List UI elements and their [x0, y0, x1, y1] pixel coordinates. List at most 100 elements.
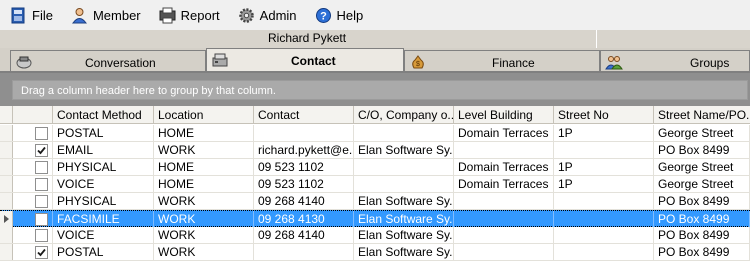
col-header-level-building[interactable]: Level Building: [454, 106, 554, 124]
table-cell[interactable]: 09 523 1102: [254, 176, 354, 192]
menu-help[interactable]: ? Help: [315, 7, 363, 24]
table-cell[interactable]: PO Box 8499: [654, 142, 750, 158]
table-cell[interactable]: WORK: [154, 193, 254, 209]
table-cell[interactable]: 1P: [554, 159, 654, 175]
row-checkbox[interactable]: [35, 161, 48, 174]
group-by-panel[interactable]: Drag a column header here to group by th…: [0, 73, 750, 106]
table-cell[interactable]: [254, 244, 354, 260]
table-cell[interactable]: Elan Software Sy...: [354, 227, 454, 243]
table-cell[interactable]: Elan Software Sy...: [354, 142, 454, 158]
table-cell[interactable]: [454, 244, 554, 260]
select-column-header[interactable]: [13, 106, 53, 124]
table-cell[interactable]: 09 268 4140: [254, 193, 354, 209]
row-checkbox[interactable]: [35, 144, 48, 157]
table-cell[interactable]: [354, 125, 454, 141]
table-cell[interactable]: 1P: [554, 176, 654, 192]
tab-finance[interactable]: $ Finance: [404, 50, 600, 73]
table-cell[interactable]: Elan Software Sy...: [354, 244, 454, 260]
table-row[interactable]: POSTAL WORK Elan Software Sy... PO Box 8499: [0, 244, 750, 261]
table-cell[interactable]: VOICE: [53, 176, 154, 192]
row-header[interactable]: [0, 211, 13, 227]
table-cell[interactable]: PO Box 8499: [654, 244, 750, 260]
row-header[interactable]: [0, 176, 13, 192]
table-cell[interactable]: [254, 125, 354, 141]
table-cell[interactable]: PO Box 8499: [654, 227, 750, 243]
row-checkbox[interactable]: [35, 246, 48, 259]
table-cell[interactable]: George Street: [654, 176, 750, 192]
table-cell[interactable]: HOME: [154, 159, 254, 175]
row-checkbox[interactable]: [35, 195, 48, 208]
row-header[interactable]: [0, 193, 13, 209]
menu-member[interactable]: Member: [71, 7, 141, 24]
table-cell[interactable]: WORK: [154, 244, 254, 260]
grid-header: Contact Method Location Contact C/O, Com…: [0, 106, 750, 124]
table-cell[interactable]: [454, 211, 554, 227]
table-cell[interactable]: richard.pykett@e...: [254, 142, 354, 158]
table-cell[interactable]: [554, 142, 654, 158]
table-cell[interactable]: WORK: [154, 227, 254, 243]
table-row[interactable]: PHYSICAL WORK 09 268 4140 Elan Software Sy.…: [0, 193, 750, 210]
table-cell[interactable]: Domain Terraces: [454, 125, 554, 141]
row-checkbox[interactable]: [35, 127, 48, 140]
col-header-contact[interactable]: Contact: [254, 106, 354, 124]
col-header-location[interactable]: Location: [154, 106, 254, 124]
table-cell[interactable]: PO Box 8499: [654, 193, 750, 209]
row-checkbox[interactable]: [35, 213, 48, 226]
table-cell[interactable]: [354, 159, 454, 175]
table-cell[interactable]: PHYSICAL: [53, 193, 154, 209]
table-cell[interactable]: Elan Software Sy...: [354, 211, 454, 227]
table-cell[interactable]: [454, 193, 554, 209]
row-checkbox[interactable]: [35, 229, 48, 242]
table-cell[interactable]: 1P: [554, 125, 654, 141]
table-cell[interactable]: [554, 227, 654, 243]
table-row[interactable]: FACSIMILE WORK 09 268 4130 Elan Software Sy…: [0, 210, 750, 228]
table-cell[interactable]: VOICE: [53, 227, 154, 243]
table-cell[interactable]: [554, 211, 654, 227]
table-cell[interactable]: WORK: [154, 142, 254, 158]
table-row[interactable]: POSTAL HOME Domain Terraces 1P George Street: [0, 125, 750, 142]
table-cell[interactable]: [454, 227, 554, 243]
row-header[interactable]: [0, 159, 13, 175]
row-header[interactable]: [0, 227, 13, 243]
table-cell[interactable]: POSTAL: [53, 125, 154, 141]
tab-groups[interactable]: Groups: [600, 50, 750, 73]
menu-file[interactable]: File: [10, 7, 53, 24]
table-cell[interactable]: 09 268 4140: [254, 227, 354, 243]
table-row[interactable]: VOICE WORK 09 268 4140 Elan Software Sy... P…: [0, 227, 750, 244]
table-cell[interactable]: [454, 142, 554, 158]
table-cell[interactable]: PHYSICAL: [53, 159, 154, 175]
col-header-company[interactable]: C/O, Company o...: [354, 106, 454, 124]
table-cell[interactable]: PO Box 8499: [654, 211, 750, 227]
table-cell[interactable]: 09 268 4130: [254, 211, 354, 227]
row-header[interactable]: [0, 142, 13, 158]
table-cell[interactable]: George Street: [654, 159, 750, 175]
table-row[interactable]: PHYSICAL HOME 09 523 1102 Domain Terraces 1P…: [0, 159, 750, 176]
table-cell[interactable]: [554, 193, 654, 209]
report-icon: [159, 7, 176, 24]
table-cell[interactable]: FACSIMILE: [53, 211, 154, 227]
col-header-contact-method[interactable]: Contact Method: [53, 106, 154, 124]
table-cell[interactable]: Domain Terraces: [454, 159, 554, 175]
row-checkbox[interactable]: [35, 178, 48, 191]
table-cell[interactable]: Elan Software Sy...: [354, 193, 454, 209]
table-row[interactable]: EMAIL WORK richard.pykett@e... Elan Softwar…: [0, 142, 750, 159]
col-header-street-name[interactable]: Street Name/PO...: [654, 106, 750, 124]
table-row[interactable]: VOICE HOME 09 523 1102 Domain Terraces 1P Geo…: [0, 176, 750, 193]
table-cell[interactable]: HOME: [154, 176, 254, 192]
menu-admin[interactable]: Admin: [238, 7, 297, 24]
table-cell[interactable]: 09 523 1102: [254, 159, 354, 175]
row-header[interactable]: [0, 125, 13, 141]
table-cell[interactable]: EMAIL: [53, 142, 154, 158]
table-cell[interactable]: Domain Terraces: [454, 176, 554, 192]
table-cell[interactable]: POSTAL: [53, 244, 154, 260]
tab-conversation[interactable]: Conversation: [10, 50, 206, 73]
tab-contact[interactable]: Contact: [206, 48, 404, 73]
col-header-street-no[interactable]: Street No: [554, 106, 654, 124]
table-cell[interactable]: WORK: [154, 211, 254, 227]
table-cell[interactable]: [554, 244, 654, 260]
row-header[interactable]: [0, 244, 13, 260]
table-cell[interactable]: [354, 176, 454, 192]
table-cell[interactable]: HOME: [154, 125, 254, 141]
menu-report[interactable]: Report: [159, 7, 220, 24]
table-cell[interactable]: George Street: [654, 125, 750, 141]
